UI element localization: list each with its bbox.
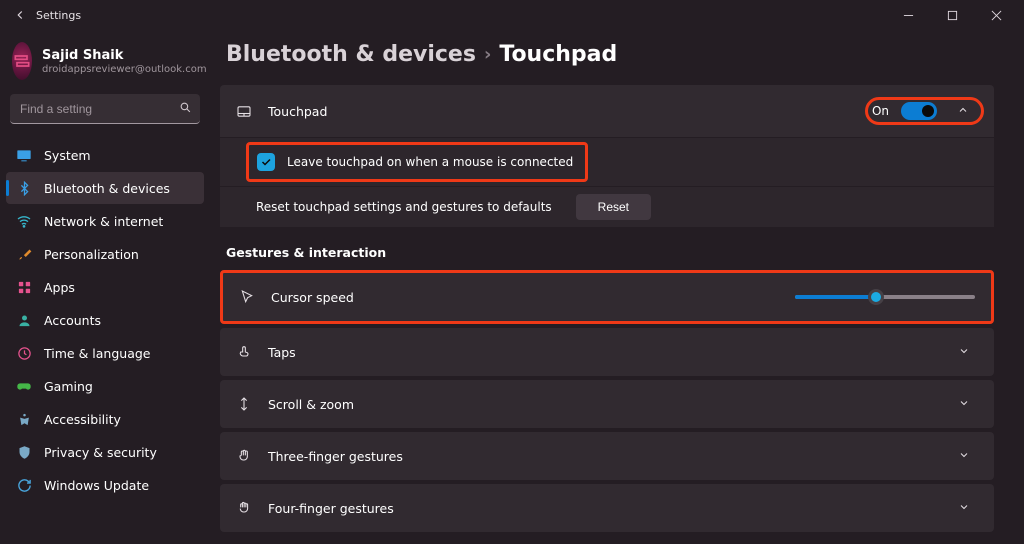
- user-email: droidappsreviewer@outlook.com: [42, 64, 207, 75]
- nav-label: Time & language: [44, 346, 150, 361]
- update-icon: [16, 477, 32, 493]
- touchpad-icon: [236, 103, 252, 119]
- nav-label: Windows Update: [44, 478, 149, 493]
- reset-button[interactable]: Reset: [576, 194, 651, 220]
- nav-label: Accounts: [44, 313, 101, 328]
- chevron-down-icon: [950, 345, 978, 360]
- cursor-icon: [239, 289, 255, 305]
- gestures-heading: Gestures & interaction: [226, 245, 994, 260]
- minimize-button[interactable]: [886, 0, 930, 30]
- reset-label: Reset touchpad settings and gestures to …: [256, 200, 552, 214]
- nav-label: Gaming: [44, 379, 93, 394]
- four-finger-icon: [236, 500, 252, 516]
- brush-icon: [16, 246, 32, 262]
- wifi-icon: [16, 213, 32, 229]
- three-finger-label: Three-finger gestures: [268, 449, 403, 464]
- toggle-state-label: On: [872, 104, 889, 118]
- nav-update[interactable]: Windows Update: [6, 469, 204, 501]
- nav-personalization[interactable]: Personalization: [6, 238, 204, 270]
- chevron-down-icon: [950, 449, 978, 464]
- three-finger-panel[interactable]: Three-finger gestures: [220, 432, 994, 480]
- nav-accessibility[interactable]: Accessibility: [6, 403, 204, 435]
- four-finger-panel[interactable]: Four-finger gestures: [220, 484, 994, 532]
- bluetooth-icon: [16, 180, 32, 196]
- four-finger-label: Four-finger gestures: [268, 501, 394, 516]
- nav-label: Accessibility: [44, 412, 121, 427]
- apps-icon: [16, 279, 32, 295]
- nav-apps[interactable]: Apps: [6, 271, 204, 303]
- nav-accounts[interactable]: Accounts: [6, 304, 204, 336]
- chevron-down-icon: [950, 397, 978, 412]
- nav-label: Bluetooth & devices: [44, 181, 170, 196]
- accessibility-icon: [16, 411, 32, 427]
- scroll-icon: [236, 396, 252, 412]
- cursor-speed-label: Cursor speed: [271, 290, 354, 305]
- touchpad-panel: Touchpad On Leave touchpad on: [220, 85, 994, 227]
- person-icon: [16, 312, 32, 328]
- back-button[interactable]: [6, 8, 34, 22]
- highlight-toggle: On: [865, 97, 984, 125]
- leave-touchpad-checkbox[interactable]: [257, 153, 275, 171]
- profile-block[interactable]: Sajid Shaik droidappsreviewer@outlook.co…: [12, 42, 198, 80]
- taps-panel[interactable]: Taps: [220, 328, 994, 376]
- breadcrumb-parent[interactable]: Bluetooth & devices: [226, 42, 476, 67]
- shield-icon: [16, 444, 32, 460]
- scroll-zoom-panel[interactable]: Scroll & zoom: [220, 380, 994, 428]
- nav-network[interactable]: Network & internet: [6, 205, 204, 237]
- cursor-speed-panel: Cursor speed: [220, 270, 994, 324]
- avatar: [12, 42, 32, 80]
- window-title: Settings: [36, 9, 81, 22]
- nav-label: Privacy & security: [44, 445, 157, 460]
- nav-system[interactable]: System: [6, 139, 204, 171]
- clock-icon: [16, 345, 32, 361]
- chevron-right-icon: ›: [484, 44, 491, 65]
- taps-label: Taps: [268, 345, 296, 360]
- gamepad-icon: [16, 378, 32, 394]
- scroll-zoom-label: Scroll & zoom: [268, 397, 354, 412]
- touchpad-title: Touchpad: [268, 104, 327, 119]
- maximize-button[interactable]: [930, 0, 974, 30]
- nav-time[interactable]: Time & language: [6, 337, 204, 369]
- user-name: Sajid Shaik: [42, 48, 207, 63]
- nav-privacy[interactable]: Privacy & security: [6, 436, 204, 468]
- touchpad-toggle[interactable]: [901, 102, 937, 120]
- nav-bluetooth[interactable]: Bluetooth & devices: [6, 172, 204, 204]
- search-input[interactable]: [10, 94, 200, 124]
- breadcrumb-current: Touchpad: [499, 42, 617, 67]
- leave-touchpad-label: Leave touchpad on when a mouse is connec…: [287, 155, 573, 169]
- system-icon: [16, 147, 32, 163]
- nav-label: Apps: [44, 280, 75, 295]
- breadcrumb: Bluetooth & devices › Touchpad: [226, 42, 994, 67]
- three-finger-icon: [236, 448, 252, 464]
- nav-label: Network & internet: [44, 214, 163, 229]
- nav-label: Personalization: [44, 247, 139, 262]
- nav-label: System: [44, 148, 91, 163]
- nav-gaming[interactable]: Gaming: [6, 370, 204, 402]
- cursor-speed-slider[interactable]: [795, 295, 975, 299]
- chevron-down-icon: [950, 501, 978, 516]
- collapse-button[interactable]: [949, 104, 977, 119]
- tap-icon: [236, 344, 252, 360]
- close-button[interactable]: [974, 0, 1018, 30]
